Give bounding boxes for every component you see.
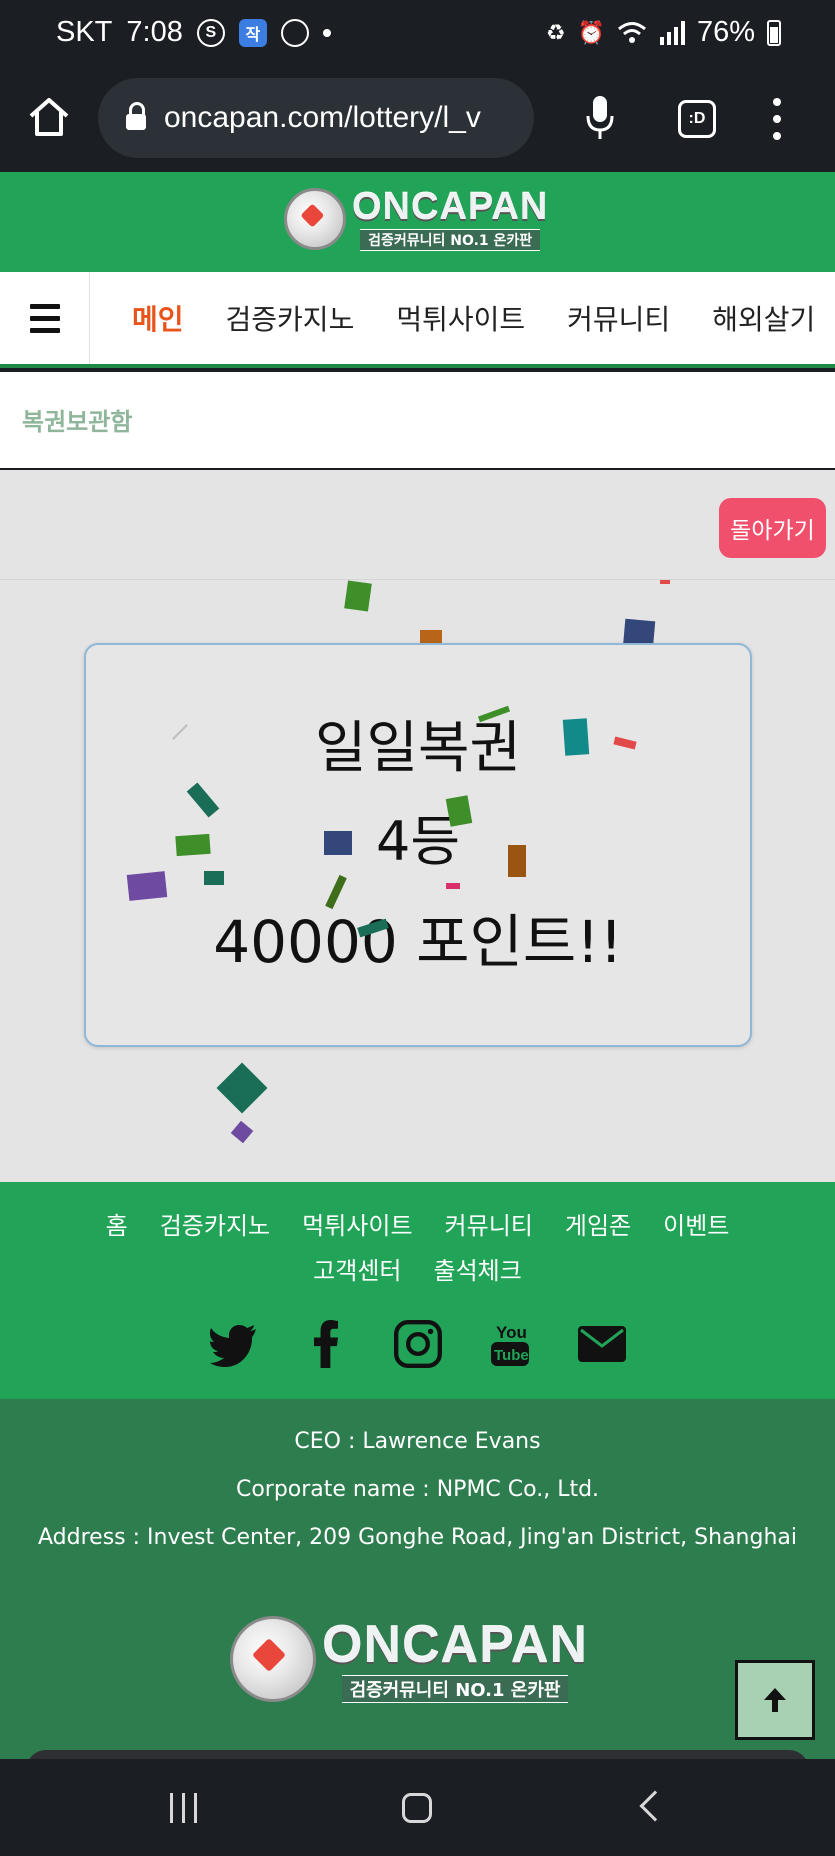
result-card: 일일복권 4등 40000 포인트!! [84,643,752,1047]
footer-logo[interactable]: ONCAPAN 검증커뮤니티 NO.1 온카판 [230,1615,588,1703]
logo-emblem-icon [284,187,346,250]
footer-link-events[interactable]: 이벤트 [663,1206,729,1241]
arrow-up-icon [764,1688,786,1712]
footer-link-customer-center[interactable]: 고객센터 [313,1251,401,1286]
site-header: ONCAPAN 검증커뮤니티 NO.1 온카판 [0,172,835,272]
footer-address: Address : Invest Center, 209 Gonghe Road… [38,1525,797,1550]
android-nav-bar [0,1759,835,1856]
recents-icon[interactable] [170,1793,197,1823]
page-title-bar: 복권보관함 [0,372,835,468]
back-row: 돌아가기 [0,470,835,580]
footer-logo-tagline: 검증커뮤니티 NO.1 온카판 [341,1675,569,1703]
home-nav-icon[interactable] [402,1793,432,1823]
samsung-s-icon: S [196,18,225,47]
microphone-icon[interactable] [586,96,614,140]
facebook-icon[interactable] [302,1320,350,1368]
confetti-piece [508,845,526,877]
url-text: oncapan.com/lottery/l_v [164,101,481,134]
page-title: 복권보관함 [22,408,133,436]
logo-brand: ONCAPAN [352,186,549,228]
home-icon[interactable] [26,94,72,140]
footer-link-game-zone[interactable]: 게임존 [565,1206,631,1241]
lottery-result-area: 돌아가기 일일복권 4등 40000 포인트!! [0,470,835,1193]
confetti-piece [344,580,372,612]
instagram-icon[interactable] [393,1320,442,1368]
alarm-icon: ⏰ [577,19,605,45]
battery-icon [767,19,781,46]
footer-info: CEO : Lawrence Evans Corporate name : NP… [0,1399,835,1759]
more-options-icon[interactable] [772,98,782,140]
lottery-name: 일일복권 [314,716,522,781]
youtube-icon[interactable]: You Tube [486,1320,534,1368]
messenger-icon [280,18,309,47]
confetti-piece [230,1120,254,1144]
confetti-piece [204,871,224,885]
browser-toolbar: oncapan.com/lottery/l_v :D [0,72,835,172]
email-icon[interactable] [577,1320,626,1368]
site-logo[interactable]: ONCAPAN 검증커뮤니티 NO.1 온카판 [284,186,548,251]
confetti-piece [324,831,352,855]
confetti-piece [445,795,473,827]
battery-percent: 76% [696,16,755,48]
signal-icon [659,20,685,45]
back-nav-icon[interactable] [639,1790,671,1822]
nav-item-community[interactable]: 커뮤니티 [567,298,670,338]
confetti-piece [660,580,670,584]
menu-icon[interactable] [0,272,90,364]
nav-item-overseas[interactable]: 해외살기 [712,298,815,338]
footer-nav: 홈 검증카지노 먹튀사이트 커뮤니티 게임존 이벤트 고객센터 출석체크 You… [0,1182,835,1399]
footer-link-home[interactable]: 홈 [106,1206,128,1241]
footer-link-verified-casino[interactable]: 검증카지노 [160,1206,270,1241]
nav-item-scam-sites[interactable]: 먹튀사이트 [396,298,525,338]
confetti-piece [216,1062,268,1114]
footer-link-attendance[interactable]: 출석체크 [434,1251,522,1286]
footer-ceo: CEO : Lawrence Evans [294,1429,541,1454]
svg-text:You: You [496,1323,527,1342]
lock-icon [126,102,146,130]
confetti-piece [562,718,590,756]
confetti-piece [126,871,168,901]
address-bar[interactable]: oncapan.com/lottery/l_v [98,78,534,158]
footer-corporate-name: Corporate name : NPMC Co., Ltd. [235,1477,600,1502]
confetti-piece [175,833,211,857]
footer-link-scam-sites[interactable]: 먹튀사이트 [302,1206,412,1241]
footer-logo-brand: ONCAPAN [322,1616,589,1674]
logo-emblem-icon [230,1616,316,1702]
footer-link-community[interactable]: 커뮤니티 [445,1206,533,1241]
logo-tagline: 검증커뮤니티 NO.1 온카판 [360,229,541,251]
carrier-label: SKT [56,16,113,48]
clock: 7:08 [126,16,183,48]
app-badge-icon: 작 [238,18,267,47]
main-nav: 메인 검증카지노 먹튀사이트 커뮤니티 해외살기 [0,272,835,368]
notification-dot-icon [322,28,331,37]
recycle-icon: ♻ [545,19,566,45]
tab-switcher-button[interactable]: :D [678,100,716,138]
confetti-piece [446,883,460,889]
nav-item-main[interactable]: 메인 [132,298,184,338]
twitter-icon[interactable] [209,1320,258,1368]
prize-amount: 40000 포인트!! [213,908,623,976]
scroll-to-top-button[interactable] [735,1660,815,1740]
svg-text:Tube: Tube [494,1347,529,1364]
wifi-icon [617,21,646,43]
status-bar: SKT 7:08 S 작 ♻ ⏰ 76% [0,0,835,72]
back-button[interactable]: 돌아가기 [719,498,826,558]
nav-item-verified-casino[interactable]: 검증카지노 [226,298,355,338]
